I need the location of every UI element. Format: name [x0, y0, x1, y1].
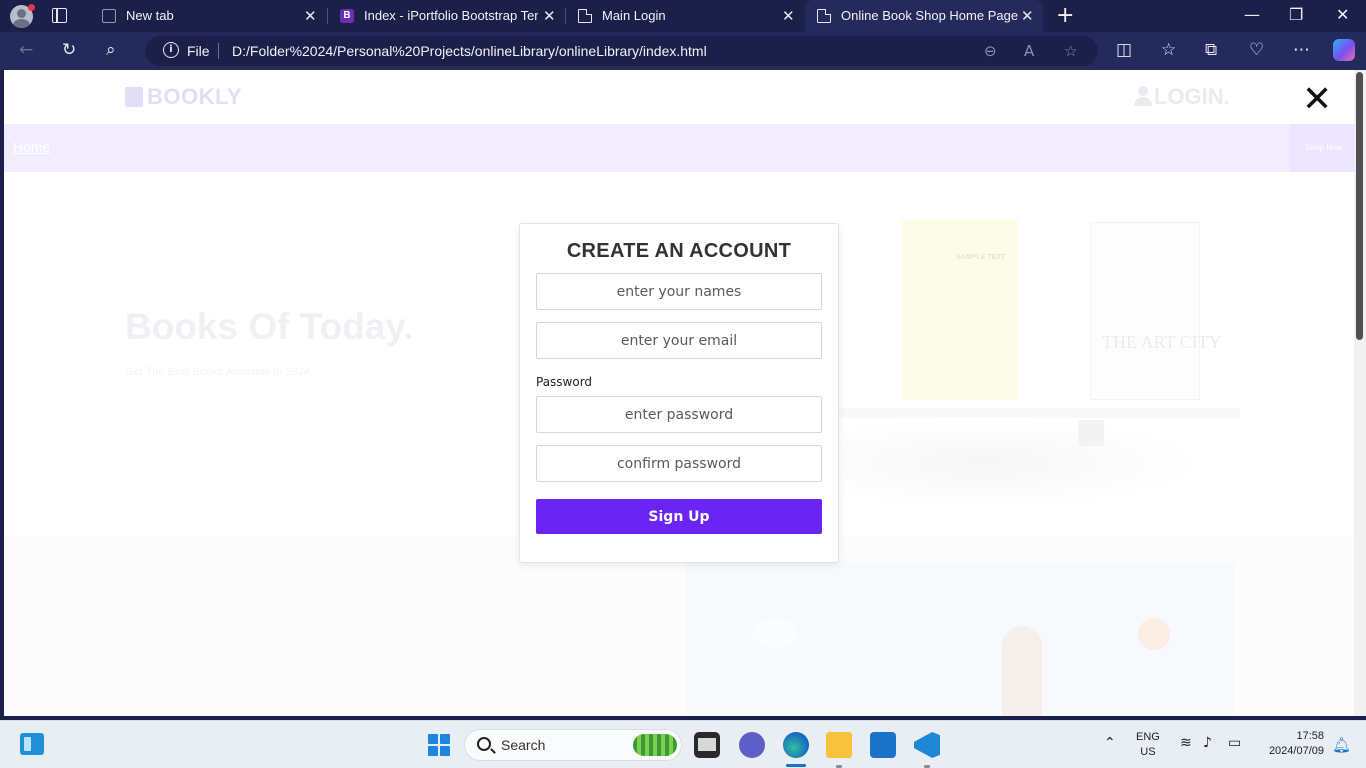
close-tab-icon[interactable]: ✕ — [1021, 7, 1034, 25]
search-icon — [477, 737, 491, 751]
close-tab-icon[interactable]: ✕ — [304, 7, 317, 25]
region-code: US — [1140, 746, 1156, 758]
language-indicator[interactable]: ENG US — [1136, 730, 1160, 760]
language-code: ENG — [1136, 731, 1160, 743]
nav-home-link[interactable]: Home — [13, 139, 50, 155]
login-link[interactable]: LOGIN. — [1134, 84, 1230, 110]
collections-icon[interactable]: ⧉ — [1205, 40, 1217, 60]
person-illustration — [1002, 626, 1042, 716]
tab-title: Index - iPortfolio Bootstrap Temp — [364, 8, 538, 23]
close-tab-icon[interactable]: ✕ — [543, 7, 556, 25]
search-highlight-icon — [633, 734, 677, 756]
site-nav: Home Shop Now — [4, 124, 1362, 172]
refresh-icon[interactable]: ↻ — [62, 40, 76, 60]
search-icon[interactable]: ⌕ — [106, 40, 116, 60]
hero-title: Books Of Today. — [125, 306, 414, 347]
tab-strip: New tab ✕ B Index - iPortfolio Bootstrap… — [0, 0, 1366, 32]
widgets-icon[interactable] — [20, 733, 44, 755]
edge-browser-icon[interactable] — [783, 732, 809, 758]
battery-icon[interactable]: ▭ — [1228, 735, 1241, 751]
document-favicon-icon — [817, 9, 831, 23]
taskbar: Search ⌃ ENG US ≋ ♪ ▭ 17:58 2024/07/09 🔔… — [0, 720, 1366, 768]
minimize-icon[interactable]: — — [1244, 5, 1260, 24]
url-text[interactable]: D:/Folder%2024/Personal%20Projects/onlin… — [232, 43, 707, 59]
wifi-icon[interactable]: ≋ — [1180, 735, 1192, 751]
scrollbar-thumb[interactable] — [1356, 72, 1363, 340]
tab-iportfolio[interactable]: B Index - iPortfolio Bootstrap Temp ✕ — [328, 0, 564, 32]
chat-icon[interactable] — [739, 732, 765, 758]
bootstrap-favicon-icon: B — [340, 9, 354, 23]
browser-essentials-icon[interactable]: ♡ — [1249, 40, 1264, 60]
more-options-icon[interactable]: ⋯ — [1293, 40, 1310, 60]
active-app-indicator — [786, 764, 806, 767]
close-tab-icon[interactable]: ✕ — [782, 7, 795, 25]
store-icon[interactable] — [870, 732, 896, 758]
time: 17:58 — [1296, 730, 1324, 742]
clock[interactable]: 17:58 2024/07/09 — [1258, 729, 1324, 759]
scheme-label: File — [187, 43, 210, 59]
signup-modal: CREATE AN ACCOUNT Password Sign Up — [519, 223, 839, 563]
restore-icon[interactable]: ❐ — [1289, 5, 1303, 24]
signup-button[interactable]: Sign Up — [536, 499, 822, 534]
tab-title: New tab — [126, 8, 174, 23]
shelf-bracket — [1078, 420, 1104, 446]
browser-toolbar: ← ↻ ⌕ i File D:/Folder%2024/Personal%20P… — [0, 32, 1366, 70]
divider — [218, 43, 219, 59]
hero-subtitle: Get The Best Books Available In 2024. — [125, 366, 313, 378]
terminal-icon[interactable] — [694, 732, 720, 758]
search-label: Search — [501, 737, 546, 753]
date: 2024/07/09 — [1268, 745, 1324, 757]
new-tab-plus-icon[interactable]: + — [1056, 3, 1074, 28]
chevron-up-icon[interactable]: ⌃ — [1104, 735, 1116, 751]
notification-bell-icon[interactable]: 🔔︎ — [1332, 736, 1351, 754]
cloud-illustration — [752, 618, 798, 648]
logo-text: BOOKLY — [147, 84, 243, 109]
page-viewport: BOOKLY LOGIN. ✕ Home Shop Now Books Of T… — [4, 70, 1362, 716]
notification-dot-icon — [28, 4, 35, 11]
copilot-icon[interactable] — [1333, 39, 1355, 61]
book-cover-title: THE ART CITY — [1102, 332, 1222, 352]
tab-title: Main Login — [602, 8, 666, 23]
shop-now-button[interactable]: Shop Now — [1290, 124, 1358, 172]
start-windows-icon[interactable] — [428, 734, 450, 756]
user-icon — [1134, 86, 1152, 106]
book-illustration — [1090, 222, 1200, 400]
tab-main-login[interactable]: Main Login ✕ — [566, 0, 802, 32]
site-info-icon[interactable]: i — [163, 42, 179, 58]
tab-actions-icon[interactable] — [52, 8, 67, 23]
favorite-star-icon[interactable]: ☆ — [1064, 42, 1077, 60]
vscode-icon[interactable] — [914, 732, 940, 758]
names-input[interactable] — [536, 273, 822, 310]
book-illustration — [902, 220, 1018, 400]
new-tab-favicon-icon — [102, 9, 116, 23]
split-screen-icon[interactable]: ◫ — [1116, 40, 1132, 60]
close-window-icon[interactable]: ✕ — [1336, 5, 1349, 24]
book-icon — [125, 87, 143, 107]
balloon-illustration — [1138, 618, 1170, 650]
file-explorer-icon[interactable] — [826, 732, 852, 758]
close-modal-icon[interactable]: ✕ — [1302, 80, 1332, 120]
tab-title: Online Book Shop Home Page — [841, 8, 1019, 23]
modal-title: CREATE AN ACCOUNT — [566, 240, 792, 262]
password-input[interactable] — [536, 396, 822, 433]
taskbar-search[interactable]: Search — [464, 729, 682, 761]
site-header: BOOKLY LOGIN. ✕ — [4, 70, 1362, 124]
password-label: Password — [536, 375, 593, 389]
volume-icon[interactable]: ♪ — [1203, 735, 1212, 751]
site-logo[interactable]: BOOKLY — [125, 84, 242, 110]
login-text: LOGIN. — [1154, 84, 1230, 109]
confirm-password-input[interactable] — [536, 445, 822, 482]
back-arrow-icon[interactable]: ← — [19, 40, 33, 60]
book-cover-text: SAMPLE TEXT — [956, 254, 1006, 261]
document-favicon-icon — [578, 9, 592, 23]
favorites-icon[interactable]: ☆ — [1161, 40, 1176, 60]
email-input[interactable] — [536, 322, 822, 359]
tab-new-tab[interactable]: New tab ✕ — [90, 0, 326, 32]
read-aloud-icon[interactable]: A — [1024, 42, 1034, 60]
address-bar[interactable]: i File D:/Folder%2024/Personal%20Project… — [145, 36, 1098, 66]
zoom-out-icon[interactable]: ⊖ — [984, 42, 997, 60]
tab-online-book-shop[interactable]: Online Book Shop Home Page ✕ — [805, 0, 1043, 32]
